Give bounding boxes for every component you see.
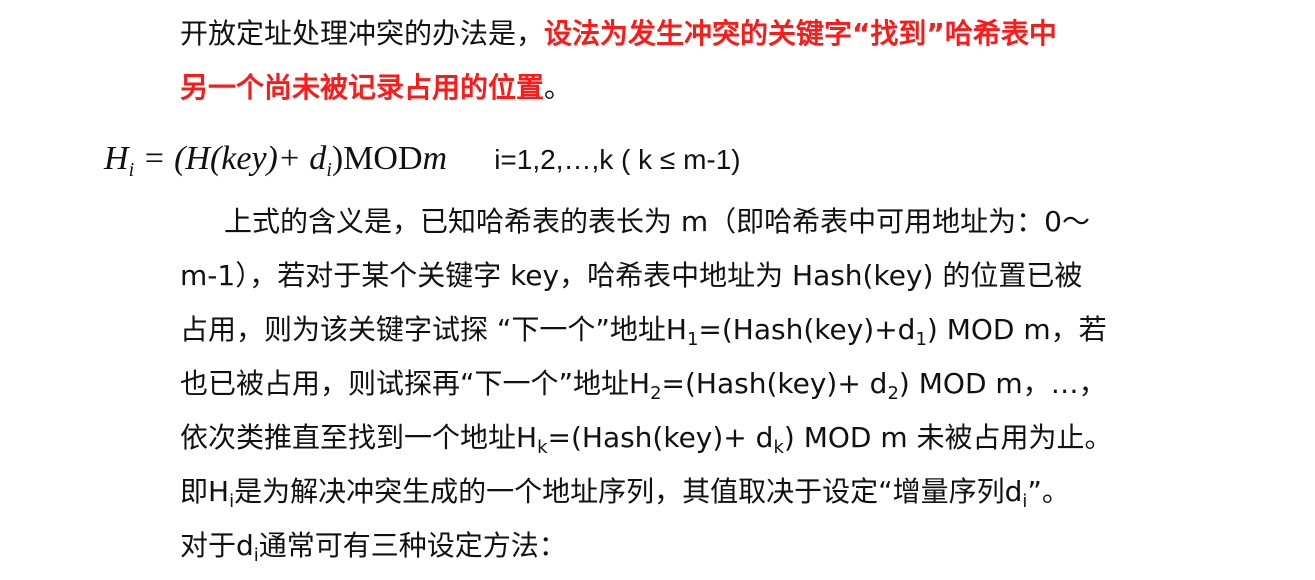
para-line-6: 即Hi是为解决冲突生成的一个地址序列，其值取决于设定“增量序列di”。 [180,475,1070,512]
intro-line-1: 开放定址处理冲突的办法是，设法为发生冲突的关键字“找到”哈希表中 [180,20,1057,48]
intro-highlight-2: 另一个尚未被记录占用的位置 [180,71,545,104]
para-line-7: 对于di通常可有三种设定方法： [180,529,567,566]
intro-text: 开放定址处理冲突的办法是， [180,17,545,50]
para-line-2: m-1），若对于某个关键字 key，哈希表中地址为 Hash(key) 的位置已… [180,259,1083,292]
formula-condition: i=1,2,…,k ( k ≤ m-1) [494,144,741,175]
para-line-4: 也已被占用，则试探再“下一个”地址H2=(Hash(key)+ d2) MOD … [180,367,1107,404]
intro-line-2: 另一个尚未被记录占用的位置。 [180,74,572,102]
intro-highlight-1: 设法为发生冲突的关键字“找到”哈希表中 [544,17,1057,50]
formula-expression: Hi = (H(key)+ di)MODm [104,140,448,181]
para-line-3: 占用，则为该关键字试探 “下一个”地址H1=(Hash(key)+d1) MOD… [180,313,1107,350]
para-line-5: 依次类推直至找到一个地址Hk=(Hash(key)+ dk) MOD m 未被占… [180,421,1113,458]
hash-formula: Hi = (H(key)+ di)MODm i=1,2,…,k ( k ≤ m-… [104,140,741,181]
intro-period: 。 [544,71,573,104]
para-line-1: 上式的含义是，已知哈希表的表长为 m（即哈希表中可用地址为：0～ [224,205,1090,238]
